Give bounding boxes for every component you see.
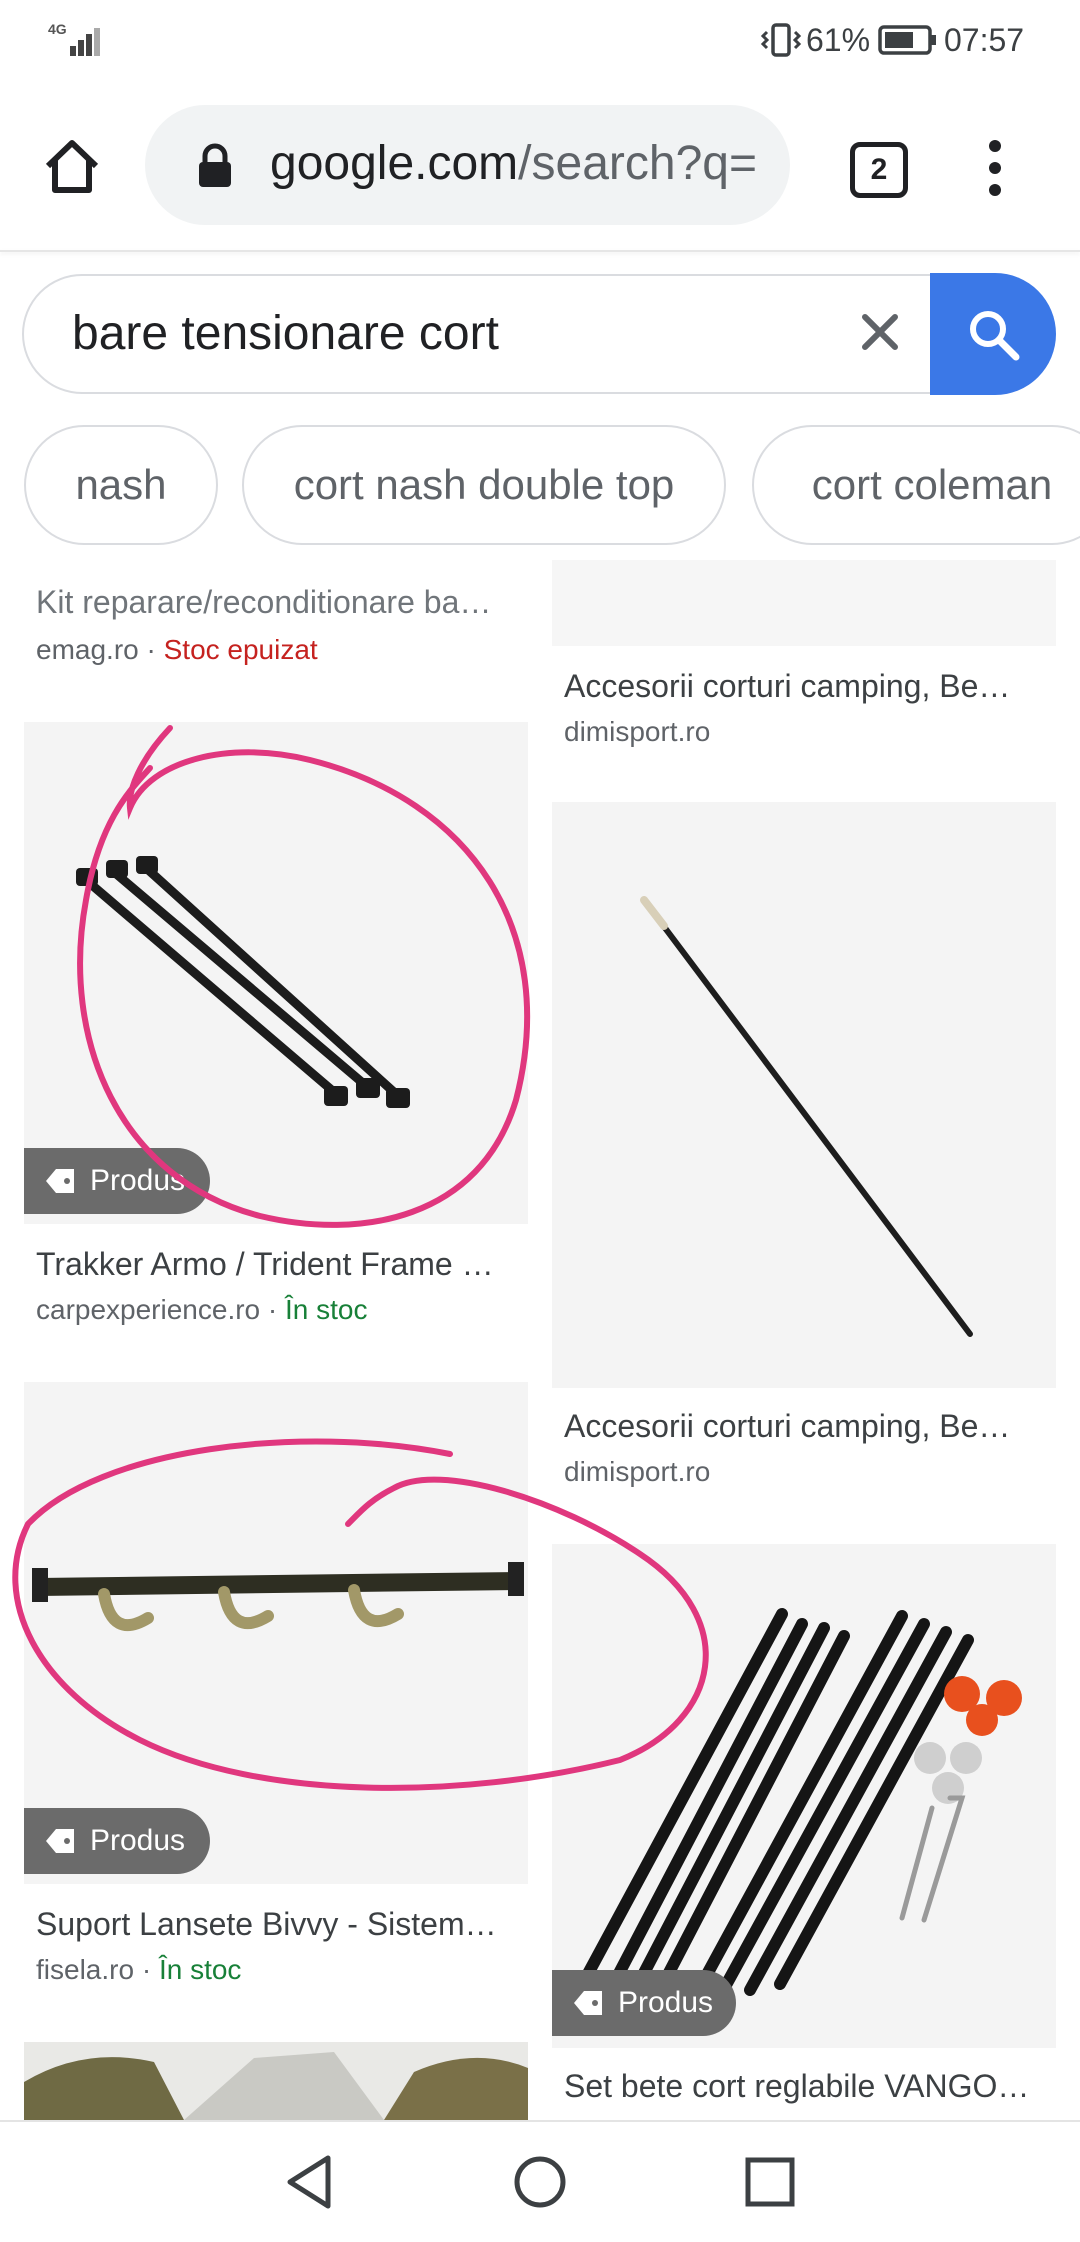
result-title[interactable]: Set bete cort reglabile VANGO… bbox=[564, 2068, 1052, 2105]
url-host: google.com bbox=[270, 137, 519, 190]
tag-icon bbox=[46, 1169, 74, 1193]
search-input[interactable]: bare tensionare cort bbox=[72, 306, 499, 361]
source-domain: fisela.ro bbox=[36, 1954, 135, 1985]
battery-percent: 61% bbox=[806, 22, 871, 58]
home-circle-icon[interactable] bbox=[512, 2154, 568, 2210]
suggestion-chip[interactable]: cort nash double top bbox=[242, 425, 726, 545]
suggestion-chip[interactable]: cort coleman bbox=[752, 425, 1080, 545]
result-source: fisela.ro · În stoc bbox=[36, 1954, 241, 1986]
meta-separator: · bbox=[138, 634, 164, 665]
tab-switcher-button[interactable]: 2 bbox=[850, 142, 908, 198]
url-path: /search?q= bbox=[518, 137, 757, 190]
lock-icon bbox=[199, 143, 231, 187]
back-icon[interactable] bbox=[284, 2154, 334, 2210]
product-badge: Produs bbox=[24, 1148, 210, 1214]
tent-image bbox=[24, 2052, 528, 2120]
search-button[interactable] bbox=[930, 273, 1056, 395]
status-bar: 4G 61% 07:57 bbox=[0, 0, 1080, 80]
result-image[interactable] bbox=[552, 560, 1056, 646]
toolbar-divider bbox=[0, 250, 1080, 252]
badge-label: Produs bbox=[618, 1986, 714, 2019]
stock-status: Stoc epuizat bbox=[163, 634, 318, 665]
source-domain: emag.ro bbox=[36, 634, 139, 665]
suggestion-chip[interactable]: nash bbox=[24, 425, 218, 545]
recents-icon[interactable] bbox=[744, 2156, 796, 2208]
meta-separator: · bbox=[134, 1954, 159, 1985]
clear-icon[interactable] bbox=[860, 312, 900, 352]
stock-status: În stoc bbox=[285, 1294, 368, 1325]
result-source: emag.ro · Stoc epuizat bbox=[36, 634, 318, 666]
result-source: carpexperience.ro · În stoc bbox=[36, 1294, 368, 1326]
meta-separator: · bbox=[260, 1294, 286, 1325]
result-image[interactable] bbox=[24, 2042, 528, 2120]
badge-label: Produs bbox=[90, 1164, 186, 1197]
result-source: dimisport.ro bbox=[564, 716, 711, 747]
signal-icon: 4G bbox=[48, 22, 104, 56]
search-icon bbox=[970, 311, 1020, 361]
vibrate-icon bbox=[760, 23, 802, 57]
result-title[interactable]: Accesorii corturi camping, Be… bbox=[564, 1408, 1052, 1445]
tent-pole-image bbox=[640, 896, 973, 1337]
tag-icon bbox=[574, 1991, 602, 2015]
product-badge: Produs bbox=[552, 1970, 736, 2036]
url-text[interactable]: google.com/search?q= bbox=[270, 136, 757, 191]
source-domain: carpexperience.ro bbox=[36, 1294, 261, 1325]
stock-status: În stoc bbox=[158, 1954, 242, 1985]
result-source: dimisport.ro bbox=[564, 1456, 711, 1487]
battery-icon bbox=[878, 25, 936, 55]
result-title[interactable]: Trakker Armo / Trident Frame … bbox=[36, 1246, 524, 1283]
overflow-menu-icon[interactable] bbox=[980, 138, 1010, 198]
clock: 07:57 bbox=[944, 22, 1025, 58]
system-navigation-bar bbox=[0, 2120, 1080, 2242]
result-image[interactable] bbox=[552, 802, 1056, 1388]
result-title[interactable]: Suport Lansete Bivvy - Sistem… bbox=[36, 1906, 524, 1943]
product-badge: Produs bbox=[24, 1808, 210, 1874]
network-type: 4G bbox=[48, 21, 67, 37]
badge-label: Produs bbox=[90, 1824, 186, 1857]
tag-icon bbox=[46, 1829, 74, 1853]
home-icon[interactable] bbox=[42, 138, 102, 194]
result-title[interactable]: Accesorii corturi camping, Be… bbox=[564, 668, 1052, 705]
result-title[interactable]: Kit reparare/reconditionare ba… bbox=[36, 584, 524, 621]
